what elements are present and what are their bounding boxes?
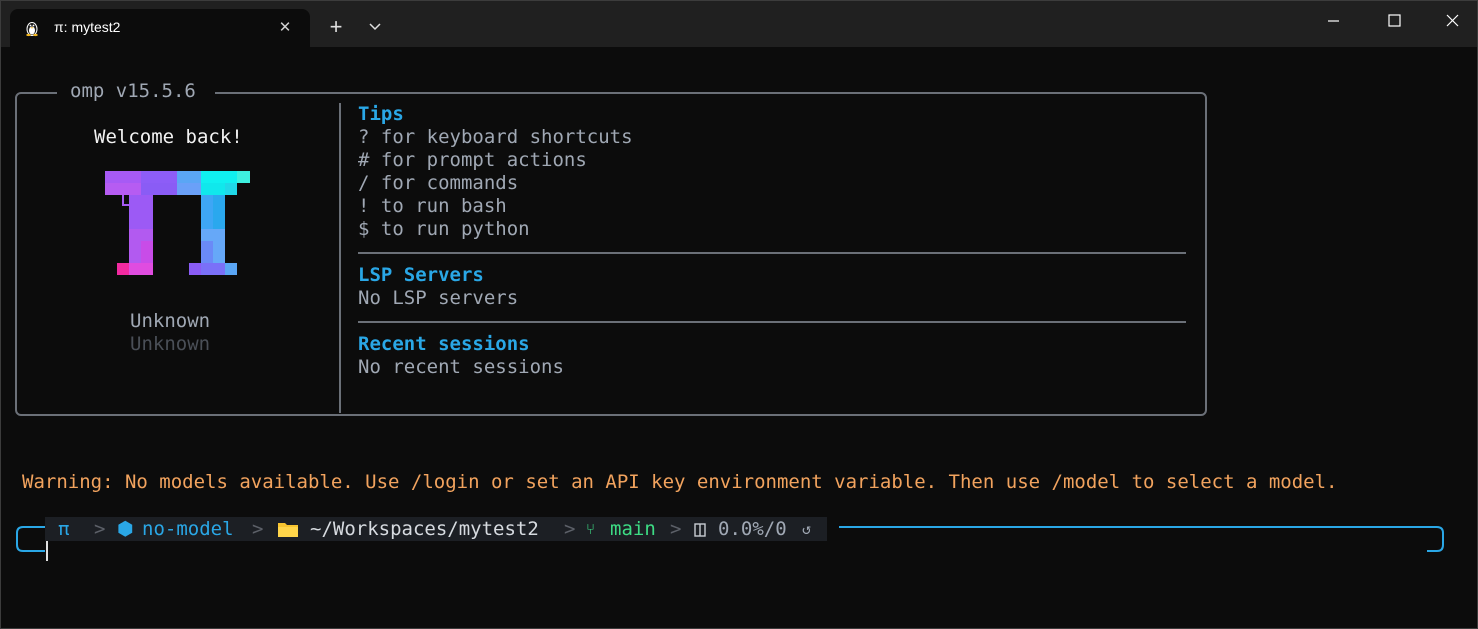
lsp-text: No LSP servers [358,287,519,309]
terminal-window: π: mytest2 ✕ + omp v15.5.6 Welcome back! [0,0,1478,629]
model-name: Unknown [130,310,211,332]
folder-icon [278,523,298,537]
welcome-text: Welcome back! [94,126,243,148]
close-window-button[interactable] [1419,1,1478,41]
status-path[interactable]: ~/Workspaces/mytest2 [310,518,539,541]
section-divider [358,252,1186,254]
status-frame-right [1415,526,1444,552]
context-gauge-icon [694,523,706,537]
status-pi: π [58,518,70,540]
status-frame-left [16,526,45,552]
tab-mytest2[interactable]: π: mytest2 ✕ [10,9,310,47]
terminal-content[interactable]: omp v15.5.6 Welcome back! Unknown Unknow… [1,47,1477,628]
chevron-right-icon: > [564,518,576,540]
lsp-heading: LSP Servers [358,264,484,286]
status-branch[interactable]: main [610,518,656,541]
minimize-button[interactable] [1303,1,1363,41]
tip-item: $ to run python [358,218,530,240]
chevron-down-icon[interactable] [361,13,389,41]
linux-penguin-icon [26,22,38,37]
status-model[interactable]: no-model [142,518,234,541]
tab-title: π: mytest2 [54,19,121,35]
pi-logo-icon [105,171,250,275]
refresh-icon: ↺ [802,520,812,538]
tip-item: / for commands [358,172,519,194]
chevron-right-icon: > [670,518,682,540]
recent-text: No recent sessions [358,356,564,378]
recent-heading: Recent sessions [358,333,530,355]
status-usage: 0.0%/0 [718,518,787,540]
provider-name: Unknown [130,333,211,355]
warning-message: Warning: No models available. Use /login… [22,471,1338,493]
tips-heading: Tips [358,103,404,125]
chevron-right-icon: > [94,518,106,540]
section-divider [358,321,1186,323]
new-tab-button[interactable]: + [321,13,351,41]
title-bar: π: mytest2 ✕ + [1,1,1477,47]
chevron-right-icon: > [252,518,264,540]
git-branch-icon: ⑂ [586,520,596,538]
tip-item: ! to run bash [358,195,507,217]
panel-divider [339,103,341,413]
hexagon-icon: ⬢ [117,518,134,540]
close-tab-button[interactable]: ✕ [274,18,296,38]
text-cursor [46,541,48,561]
tip-item: ? for keyboard shortcuts [358,126,633,148]
panel-title: omp v15.5.6 [70,80,196,102]
maximize-button[interactable] [1363,1,1423,41]
tip-item: # for prompt actions [358,149,587,171]
